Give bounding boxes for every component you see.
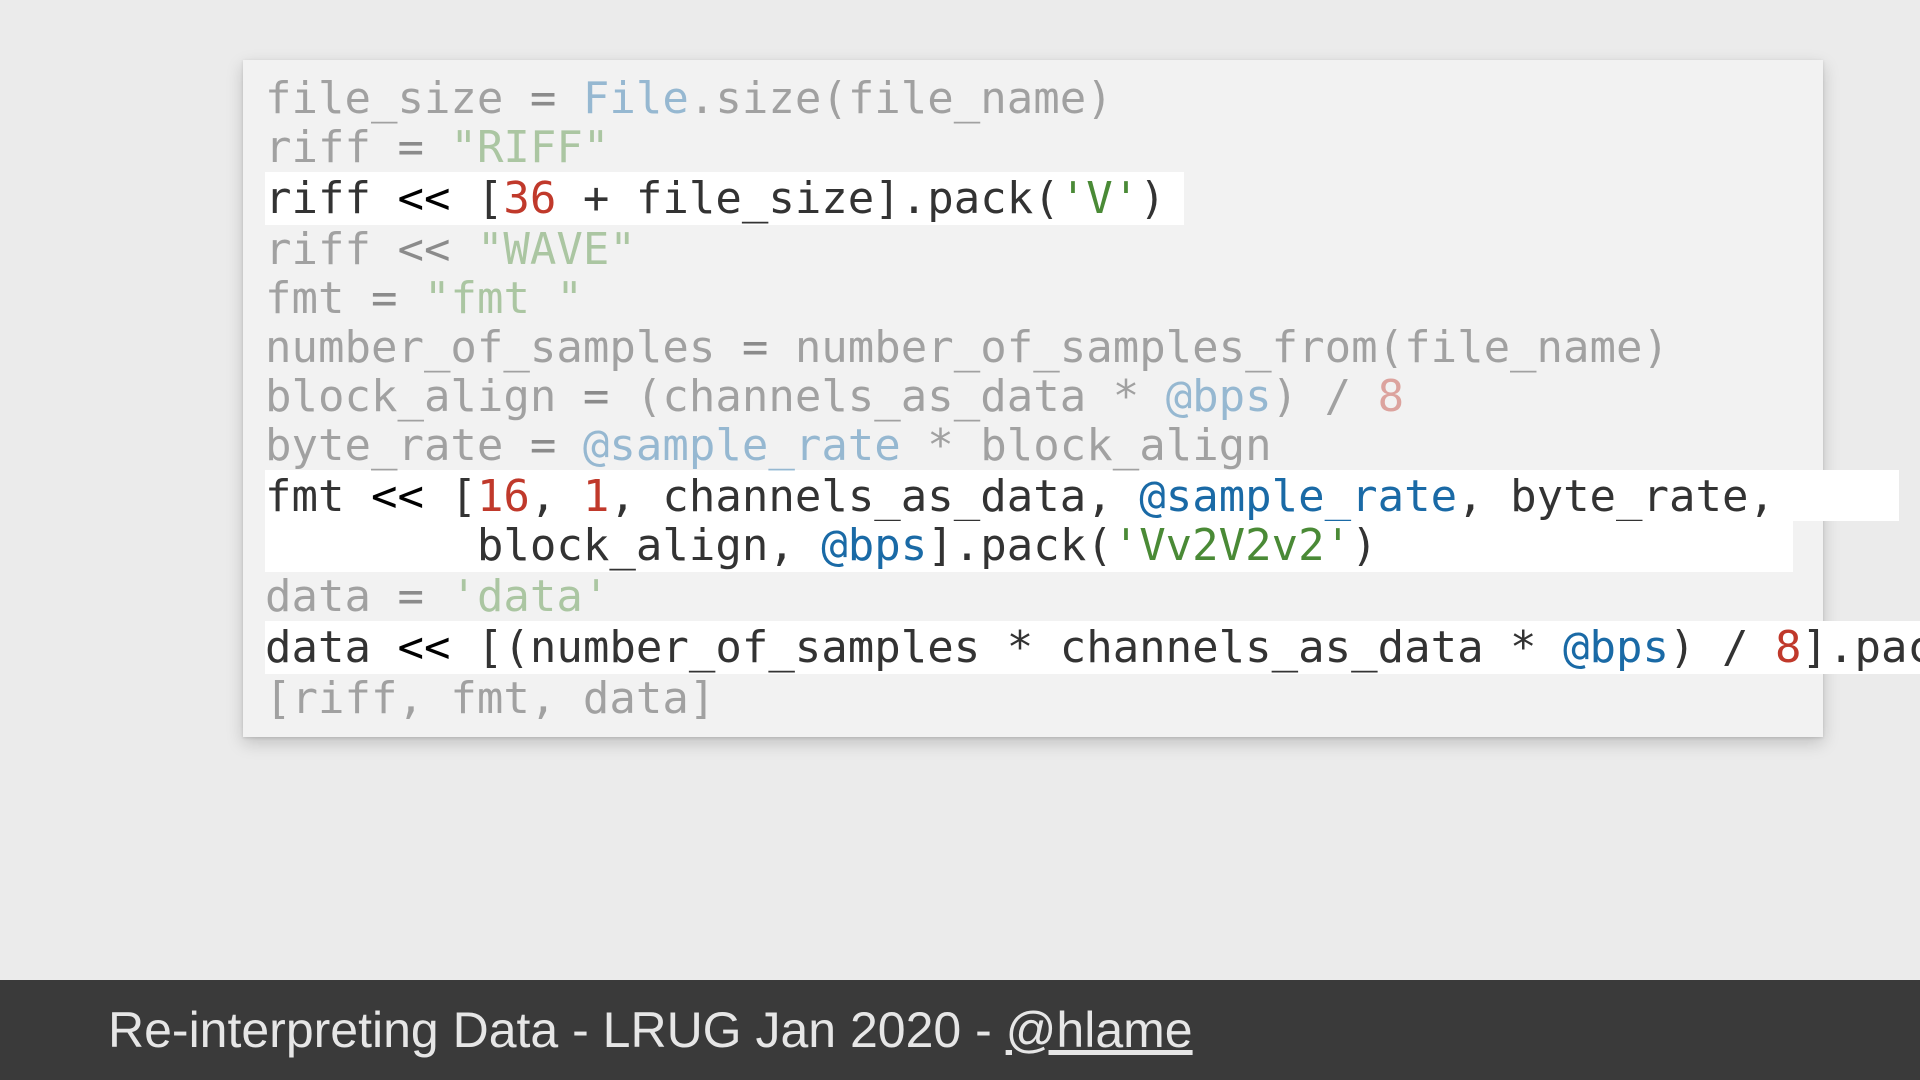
highlight-line-data-pack: data << [(number_of_samples * channels_a… bbox=[265, 621, 1920, 674]
highlight-line-fmt-pack-1: fmt << [16, 1, channels_as_data, @sample… bbox=[265, 470, 1899, 521]
highlight-line-fmt-pack-2: block_align, @bps].pack('Vv2V2v2') bbox=[265, 521, 1793, 572]
code-block: file_size = File.size(file_name)riff = "… bbox=[243, 74, 1823, 723]
slide: file_size = File.size(file_name)riff = "… bbox=[231, 60, 1689, 880]
footer-text: Re-interpreting Data - LRUG Jan 2020 - @… bbox=[108, 1001, 1193, 1059]
footer-bar: Re-interpreting Data - LRUG Jan 2020 - @… bbox=[0, 980, 1920, 1080]
highlight-line-riff-pack: riff << [36 + file_size].pack('V') bbox=[265, 172, 1184, 225]
footer-handle[interactable]: @hlame bbox=[1006, 1002, 1193, 1058]
footer-prefix: Re-interpreting Data - LRUG Jan 2020 - bbox=[108, 1002, 1006, 1058]
code-card: file_size = File.size(file_name)riff = "… bbox=[243, 60, 1823, 737]
